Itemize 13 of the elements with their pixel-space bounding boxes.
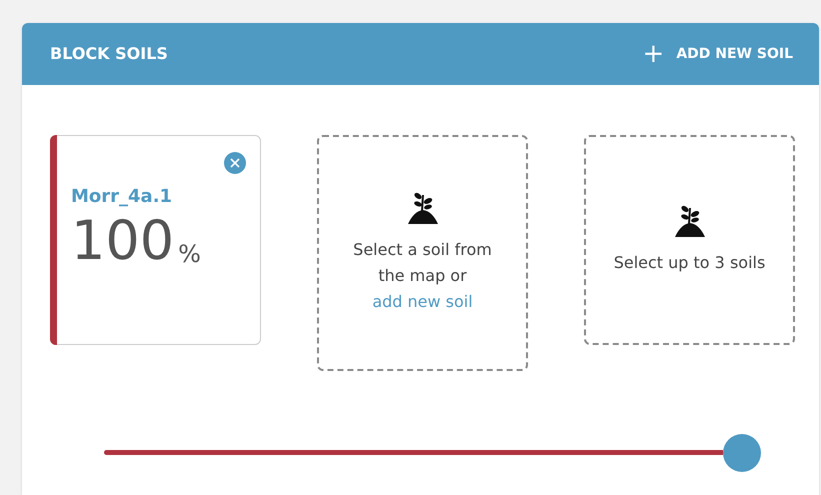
panel-title: BLOCK SOILS (50, 43, 168, 65)
add-new-soil-link[interactable]: add new soil (372, 292, 473, 311)
soil-percent: 100 (71, 214, 174, 268)
soil-name: Morr_4a.1 (71, 185, 174, 209)
sprout-icon (406, 191, 440, 225)
add-new-soil-button[interactable]: + ADD NEW SOIL (642, 41, 793, 67)
sprout-icon (672, 204, 706, 238)
slider-thumb[interactable] (723, 434, 761, 472)
slot-instruction: Select a soil from the map or add new soil (352, 239, 493, 313)
slot-instruction: Select up to 3 soils (614, 252, 766, 274)
close-icon (230, 158, 240, 168)
percent-unit: % (178, 242, 201, 266)
remove-soil-button[interactable] (224, 152, 246, 174)
